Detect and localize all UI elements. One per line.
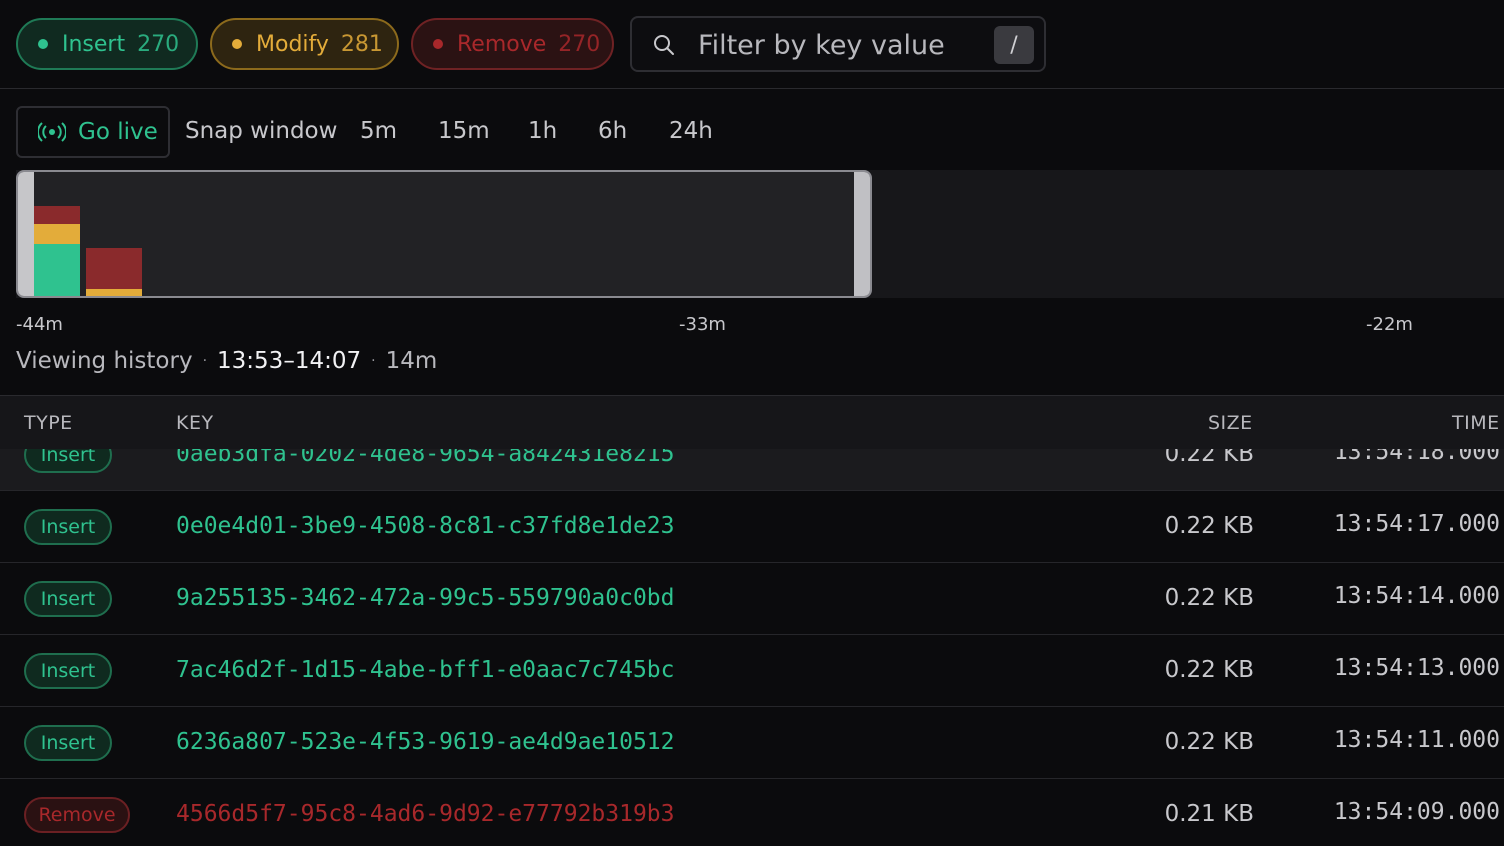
histogram-bar-2-remove — [86, 248, 142, 289]
search-input[interactable]: Filter by key value / — [630, 16, 1046, 72]
go-live-button[interactable]: Go live — [16, 106, 170, 158]
broadcast-icon — [38, 122, 66, 142]
column-header-time[interactable]: TIME — [1452, 412, 1500, 434]
viewing-history-label: Viewing history — [16, 348, 193, 374]
type-badge: Insert — [24, 509, 112, 545]
type-badge: Insert — [24, 581, 112, 617]
column-header-key[interactable]: KEY — [176, 412, 214, 434]
row-time: 13:54:14.000 — [1333, 583, 1500, 609]
window-6h-button[interactable]: 6h — [598, 118, 627, 144]
window-24h-button[interactable]: 24h — [669, 118, 713, 144]
row-size: 0.22 KB — [1164, 657, 1254, 683]
search-placeholder: Filter by key value — [698, 30, 945, 61]
row-size: 0.21 KB — [1164, 801, 1254, 827]
row-size: 0.22 KB — [1164, 513, 1254, 539]
table-row[interactable]: Insert 6236a807-523e-4f53-9619-ae4d9ae10… — [0, 707, 1504, 779]
row-key: 9a255135-3462-472a-99c5-559790a0c0bd — [176, 585, 675, 611]
histogram-tick: -33m — [679, 314, 726, 335]
insert-dot-icon — [38, 39, 48, 49]
table-row[interactable]: Remove 4566d5f7-95c8-4ad6-9d92-e77792b31… — [0, 779, 1504, 846]
row-size: 0.22 KB — [1164, 729, 1254, 755]
type-badge: Insert — [24, 725, 112, 761]
row-key: 0e0e4d01-3be9-4508-8c81-c37fd8e1de23 — [176, 513, 675, 539]
type-badge: Insert — [24, 653, 112, 689]
row-time: 13:54:11.000 — [1333, 727, 1500, 753]
search-shortcut-key: / — [994, 26, 1034, 64]
filter-remove-count: 270 — [558, 31, 601, 57]
filter-remove-pill[interactable]: Remove 270 — [411, 18, 614, 70]
histogram-bar-1-remove — [34, 206, 80, 224]
table-row[interactable]: Insert 0aeb3dfa-0202-4de8-9654-a842431e8… — [0, 449, 1504, 491]
viewing-history-status: Viewing history · 13:53–14:07 · 14m — [16, 348, 437, 374]
row-time: 13:54:13.000 — [1333, 655, 1500, 681]
filter-insert-label: Insert — [62, 31, 126, 57]
remove-dot-icon — [433, 39, 443, 49]
histogram-tick: -44m — [16, 314, 63, 335]
column-header-size[interactable]: SIZE — [1208, 412, 1253, 434]
filter-remove-label: Remove — [457, 31, 547, 57]
histogram-selection-window[interactable] — [16, 170, 872, 298]
row-key: 7ac46d2f-1d15-4abe-bff1-e0aac7c745bc — [176, 657, 675, 683]
table-body: Insert 0aeb3dfa-0202-4de8-9654-a842431e8… — [0, 449, 1504, 846]
go-live-label: Go live — [78, 119, 158, 145]
row-size: 0.22 KB — [1164, 585, 1254, 611]
search-icon — [654, 35, 674, 55]
filter-insert-pill[interactable]: Insert 270 — [16, 18, 198, 70]
snap-window-label: Snap window — [185, 118, 338, 144]
histogram-bar-1-modify — [34, 224, 80, 244]
separator-dot: · — [202, 353, 208, 369]
row-key: 6236a807-523e-4f53-9619-ae4d9ae10512 — [176, 729, 675, 755]
filter-insert-count: 270 — [137, 31, 180, 57]
viewing-duration: 14m — [385, 348, 438, 374]
row-time: 13:54:09.000 — [1333, 799, 1500, 825]
histogram-left-handle[interactable] — [18, 172, 34, 296]
row-key: 4566d5f7-95c8-4ad6-9d92-e77792b319b3 — [176, 801, 675, 827]
table-row[interactable]: Insert 0e0e4d01-3be9-4508-8c81-c37fd8e1d… — [0, 491, 1504, 563]
row-time: 13:54:18.000 — [1333, 449, 1500, 465]
filter-modify-label: Modify — [256, 31, 329, 57]
row-key: 0aeb3dfa-0202-4de8-9654-a842431e8215 — [176, 449, 675, 467]
histogram-tick: -22m — [1366, 314, 1413, 335]
separator-dot: · — [371, 353, 376, 369]
histogram-bar-2-modify — [86, 289, 142, 296]
row-size: 0.22 KB — [1164, 449, 1254, 467]
filter-bar: Insert 270 Modify 281 Remove 270 Filter … — [0, 0, 1504, 89]
window-1h-button[interactable]: 1h — [528, 118, 557, 144]
table-row[interactable]: Insert 9a255135-3462-472a-99c5-559790a0c… — [0, 563, 1504, 635]
type-badge: Remove — [24, 797, 130, 833]
histogram-bar-1-insert — [34, 244, 80, 296]
window-15m-button[interactable]: 15m — [438, 118, 490, 144]
modify-dot-icon — [232, 39, 242, 49]
table-row[interactable]: Insert 7ac46d2f-1d15-4abe-bff1-e0aac7c74… — [0, 635, 1504, 707]
type-badge: Insert — [24, 449, 112, 473]
filter-modify-pill[interactable]: Modify 281 — [210, 18, 399, 70]
window-5m-button[interactable]: 5m — [360, 118, 397, 144]
column-header-type[interactable]: TYPE — [24, 412, 73, 434]
table-header: TYPE KEY SIZE TIME — [0, 395, 1504, 449]
filter-modify-count: 281 — [340, 31, 383, 57]
viewing-range: 13:53–14:07 — [217, 348, 362, 374]
row-time: 13:54:17.000 — [1333, 511, 1500, 537]
histogram-right-handle[interactable] — [854, 172, 870, 296]
